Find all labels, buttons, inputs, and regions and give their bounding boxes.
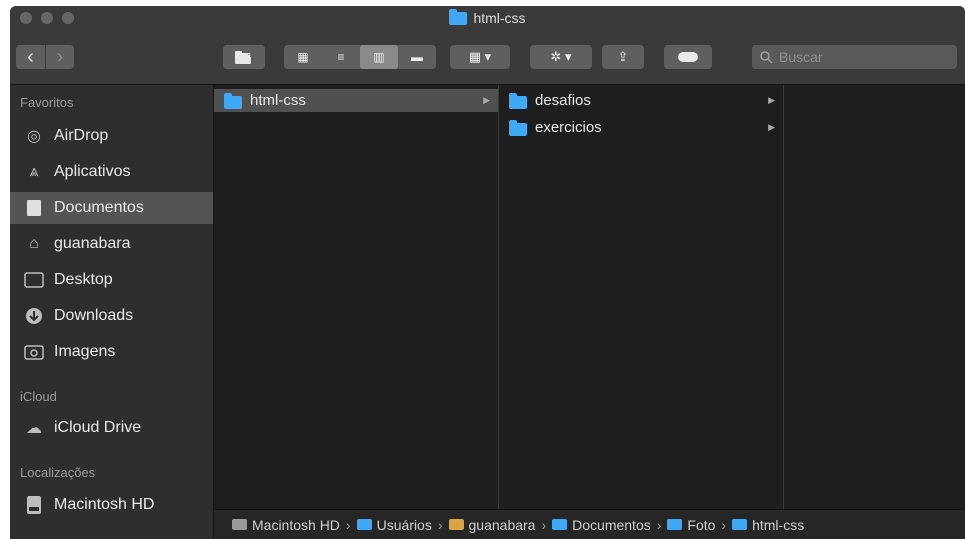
path-label: Documentos (572, 516, 651, 533)
path-separator: › (656, 516, 662, 533)
airdrop-icon: ◎ (27, 128, 41, 145)
path-label: html-css (752, 516, 805, 533)
sidebar-item-label: guanabara (54, 235, 131, 252)
sidebar-item-icloud-drive[interactable]: ☁ iCloud Drive (10, 412, 213, 444)
view-mode-switcher: ▦ ≡ ▥ ▬ (284, 45, 436, 69)
tag-icon (678, 52, 698, 62)
sidebar: Favoritos ◎ AirDrop ⩓ Aplicativos Docume… (10, 85, 214, 539)
path-bar: Macintosh HD › Usuários › guanabara › Do… (214, 509, 965, 539)
folder-icon (509, 119, 527, 136)
back-button[interactable]: ‹ (16, 46, 45, 68)
sidebar-item-label: Desktop (54, 271, 113, 288)
finder-window: html-css ‹ › + ▦ ≡ ▥ ▬ ▦ ▾ ✲ ▾ ⇪ Buscar … (10, 6, 965, 539)
path-label: guanabara (468, 516, 536, 533)
folder-icon (356, 519, 372, 530)
sidebar-item-label: AirDrop (54, 127, 109, 144)
folder-icon (552, 519, 568, 530)
path-item-macintosh-hd[interactable]: Macintosh HD (232, 517, 340, 533)
disclosure-arrow-icon: ▶ (768, 95, 775, 105)
sidebar-item-imagens[interactable]: Imagens (10, 336, 213, 368)
path-separator: › (721, 516, 727, 533)
browser-column-1: html-css ▶ (214, 85, 499, 509)
list-item[interactable]: html-css ▶ (214, 89, 498, 112)
path-item-documentos[interactable]: Documentos (552, 517, 651, 533)
path-item-usuarios[interactable]: Usuários (356, 516, 432, 533)
disk-icon (232, 519, 247, 530)
sidebar-item-documentos[interactable]: Documentos (10, 192, 213, 224)
search-icon (760, 50, 773, 64)
path-separator: › (541, 516, 547, 533)
path-label: Usuários (376, 516, 432, 533)
icloud-heading: iCloud (20, 389, 57, 404)
path-separator: › (437, 516, 443, 533)
sidebar-item-desktop[interactable]: Desktop (10, 264, 213, 296)
list-view-button[interactable]: ≡ (322, 45, 360, 69)
action-button[interactable]: ✲ ▾ (530, 45, 592, 69)
window-title-text: html-css (473, 10, 526, 26)
browser-column-2: desafios ▶ exercicios ▶ (499, 85, 784, 509)
sidebar-item-airdrop[interactable]: ◎ AirDrop (10, 120, 213, 152)
path-item-foto[interactable]: Foto (667, 517, 715, 533)
desktop-icon (23, 270, 45, 290)
window-title: html-css (10, 8, 965, 26)
sidebar-item-label: Imagens (54, 343, 116, 360)
item-label: html-css (250, 92, 306, 109)
svg-text:+: + (247, 50, 253, 59)
path-label: Macintosh HD (252, 516, 340, 533)
folder-icon (667, 519, 683, 530)
sidebar-item-label: iCloud Drive (54, 419, 142, 436)
search-input[interactable] (777, 48, 951, 66)
cloud-icon: ☁ (26, 420, 42, 437)
new-folder-icon: + (235, 50, 253, 64)
tag-button[interactable] (664, 45, 712, 69)
disclosure-arrow-icon: ▶ (768, 122, 775, 132)
share-button[interactable]: ⇪ (602, 45, 644, 69)
browser-column-3 (784, 85, 965, 509)
toolbar: html-css ‹ › + ▦ ≡ ▥ ▬ ▦ ▾ ✲ ▾ ⇪ (10, 6, 965, 85)
applications-icon: ⩓ (29, 163, 39, 180)
sidebar-item-label: Documentos (54, 199, 144, 216)
folder-icon (224, 92, 242, 109)
pictures-icon (23, 342, 45, 362)
search-field[interactable] (752, 45, 957, 69)
group-button[interactable]: ▦ ▾ (450, 45, 510, 69)
list-item[interactable]: exercicios ▶ (499, 116, 783, 139)
locations-heading: Localizações (20, 465, 96, 480)
gallery-view-button[interactable]: ▬ (398, 45, 436, 69)
icon-view-button[interactable]: ▦ (284, 45, 322, 69)
home-icon: ⌂ (29, 235, 39, 252)
list-item[interactable]: desafios ▶ (499, 89, 783, 112)
path-label: Foto (687, 516, 716, 533)
path-item-guanabara[interactable]: guanabara (448, 516, 536, 533)
navigation-buttons: ‹ › (16, 45, 74, 69)
disk-icon (23, 495, 45, 515)
folder-icon (732, 519, 748, 530)
downloads-icon (23, 306, 45, 326)
column-view-button[interactable]: ▥ (360, 45, 398, 69)
new-folder-button[interactable]: + (223, 45, 265, 69)
folder-icon (509, 92, 527, 109)
sidebar-item-label: Macintosh HD (54, 496, 155, 513)
sidebar-item-label: Downloads (54, 307, 134, 324)
favorites-heading: Favoritos (20, 95, 74, 110)
forward-button[interactable]: › (46, 46, 74, 68)
folder-icon (449, 8, 468, 25)
documents-icon (23, 198, 45, 218)
sidebar-item-guanabara[interactable]: ⌂ guanabara (10, 228, 213, 260)
sidebar-item-aplicativos[interactable]: ⩓ Aplicativos (10, 156, 213, 188)
home-icon (448, 519, 464, 530)
sidebar-item-label: Aplicativos (54, 163, 131, 180)
path-item-html-css[interactable]: html-css (732, 517, 804, 533)
sidebar-item-downloads[interactable]: Downloads (10, 300, 213, 332)
item-label: exercicios (535, 119, 602, 136)
path-separator: › (345, 516, 351, 533)
disclosure-arrow-icon: ▶ (483, 95, 490, 105)
item-label: desafios (535, 92, 591, 109)
sidebar-item-macintosh-hd[interactable]: Macintosh HD (10, 489, 213, 521)
